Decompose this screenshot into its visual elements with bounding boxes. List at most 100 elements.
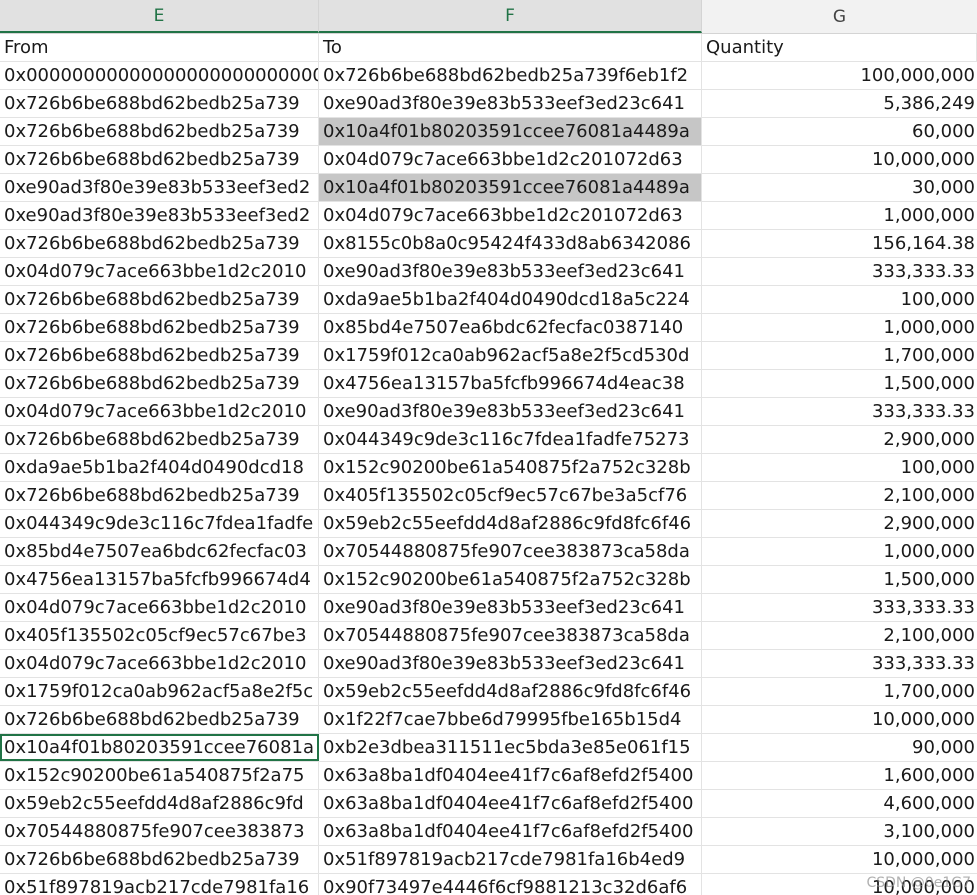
quantity-cell[interactable]: 1,000,000 [702, 314, 977, 341]
from-cell[interactable]: 0x726b6be688bd62bedb25a739 [0, 370, 319, 397]
from-cell[interactable]: 0x726b6be688bd62bedb25a739 [0, 426, 319, 453]
to-cell[interactable]: 0x59eb2c55eefdd4d8af2886c9fd8fc6f46 [319, 510, 702, 537]
from-cell[interactable]: 0x04d079c7ace663bbe1d2c2010 [0, 594, 319, 621]
quantity-cell[interactable]: 156,164.38 [702, 230, 977, 257]
to-cell[interactable]: 0x90f73497e4446f6cf9881213c32d6af6 [319, 874, 702, 895]
quantity-cell[interactable]: 333,333.33 [702, 594, 977, 621]
to-cell[interactable]: 0x4756ea13157ba5fcfb996674d4eac38 [319, 370, 702, 397]
header-cell-to[interactable]: To [319, 34, 702, 61]
to-cell[interactable]: 0x1f22f7cae7bbe6d79995fbe165b15d4 [319, 706, 702, 733]
from-cell[interactable]: 0x726b6be688bd62bedb25a739 [0, 286, 319, 313]
column-header-e[interactable]: E [0, 0, 319, 33]
to-cell[interactable]: 0x044349c9de3c116c7fdea1fadfe75273 [319, 426, 702, 453]
to-cell[interactable]: 0x8155c0b8a0c95424f433d8ab6342086 [319, 230, 702, 257]
to-cell[interactable]: 0xe90ad3f80e39e83b533eef3ed23c641 [319, 594, 702, 621]
from-cell[interactable]: 0x04d079c7ace663bbe1d2c2010 [0, 258, 319, 285]
header-cell-from[interactable]: From [0, 34, 319, 61]
to-cell[interactable]: 0xe90ad3f80e39e83b533eef3ed23c641 [319, 650, 702, 677]
quantity-cell[interactable]: 1,000,000 [702, 202, 977, 229]
from-cell[interactable]: 0x726b6be688bd62bedb25a739 [0, 314, 319, 341]
quantity-cell[interactable]: 1,700,000 [702, 342, 977, 369]
quantity-cell[interactable]: 333,333.33 [702, 650, 977, 677]
quantity-cell[interactable]: 4,600,000 [702, 790, 977, 817]
from-cell[interactable]: 0x70544880875fe907cee383873 [0, 818, 319, 845]
from-cell[interactable]: 0x59eb2c55eefdd4d8af2886c9fd [0, 790, 319, 817]
to-cell[interactable]: 0x63a8ba1df0404ee41f7c6af8efd2f5400 [319, 790, 702, 817]
from-cell[interactable]: 0x04d079c7ace663bbe1d2c2010 [0, 398, 319, 425]
to-cell[interactable]: 0x04d079c7ace663bbe1d2c201072d63 [319, 202, 702, 229]
from-cell[interactable]: 0x04d079c7ace663bbe1d2c2010 [0, 650, 319, 677]
quantity-cell[interactable]: 333,333.33 [702, 398, 977, 425]
to-cell[interactable]: 0x51f897819acb217cde7981fa16b4ed9 [319, 846, 702, 873]
from-cell[interactable]: 0x152c90200be61a540875f2a75 [0, 762, 319, 789]
from-cell[interactable]: 0x10a4f01b80203591ccee76081a [0, 734, 319, 761]
to-cell[interactable]: 0xe90ad3f80e39e83b533eef3ed23c641 [319, 90, 702, 117]
to-cell[interactable]: 0x152c90200be61a540875f2a752c328b [319, 454, 702, 481]
from-cell[interactable]: 0xda9ae5b1ba2f404d0490dcd18 [0, 454, 319, 481]
quantity-cell[interactable]: 1,500,000 [702, 370, 977, 397]
quantity-cell[interactable]: 10,000,000 [702, 706, 977, 733]
quantity-cell[interactable]: 60,000 [702, 118, 977, 145]
to-cell[interactable]: 0x63a8ba1df0404ee41f7c6af8efd2f5400 [319, 762, 702, 789]
quantity-cell[interactable]: 2,100,000 [702, 622, 977, 649]
from-cell[interactable]: 0x4756ea13157ba5fcfb996674d4 [0, 566, 319, 593]
quantity-cell[interactable]: 2,100,000 [702, 482, 977, 509]
quantity-cell[interactable]: 2,900,000 [702, 510, 977, 537]
to-cell[interactable]: 0x04d079c7ace663bbe1d2c201072d63 [319, 146, 702, 173]
table-row: 0x726b6be688bd62bedb25a739 0x51f897819acb… [0, 846, 977, 874]
to-cell[interactable]: 0x70544880875fe907cee383873ca58da [319, 622, 702, 649]
quantity-cell[interactable]: 100,000 [702, 286, 977, 313]
column-header-f[interactable]: F [319, 0, 702, 33]
to-cell[interactable]: 0x85bd4e7507ea6bdc62fecfac0387140 [319, 314, 702, 341]
from-cell[interactable]: 0xe90ad3f80e39e83b533eef3ed2 [0, 202, 319, 229]
header-cell-quantity[interactable]: Quantity [702, 34, 977, 61]
from-cell[interactable]: 0x726b6be688bd62bedb25a739 [0, 146, 319, 173]
quantity-cell[interactable]: 90,000 [702, 734, 977, 761]
to-cell[interactable]: 0x405f135502c05cf9ec57c67be3a5cf76 [319, 482, 702, 509]
to-cell[interactable]: 0x152c90200be61a540875f2a752c328b [319, 566, 702, 593]
from-cell[interactable]: 0x51f897819acb217cde7981fa16 [0, 874, 319, 895]
quantity-cell[interactable]: 1,600,000 [702, 762, 977, 789]
to-cell[interactable]: 0xe90ad3f80e39e83b533eef3ed23c641 [319, 398, 702, 425]
column-header-g[interactable]: G [702, 0, 977, 33]
table-row: 0xda9ae5b1ba2f404d0490dcd18 0x152c90200be… [0, 454, 977, 482]
to-cell[interactable]: 0x10a4f01b80203591ccee76081a4489a [319, 118, 702, 145]
watermark: CSDN @0e1G7 [866, 875, 971, 891]
from-cell[interactable]: 0x726b6be688bd62bedb25a739 [0, 706, 319, 733]
table-row: 0x726b6be688bd62bedb25a739 0xe90ad3f80e39… [0, 90, 977, 118]
quantity-cell[interactable]: 5,386,249 [702, 90, 977, 117]
quantity-cell[interactable]: 333,333.33 [702, 258, 977, 285]
quantity-cell[interactable]: 2,900,000 [702, 426, 977, 453]
quantity-cell[interactable]: 1,500,000 [702, 566, 977, 593]
from-cell[interactable]: 0x0000000000000000000000000000 [0, 62, 319, 89]
quantity-cell[interactable]: 10,000,000 [702, 146, 977, 173]
from-cell[interactable]: 0x726b6be688bd62bedb25a739 [0, 230, 319, 257]
from-cell[interactable]: 0x044349c9de3c116c7fdea1fadfe [0, 510, 319, 537]
to-cell[interactable]: 0xda9ae5b1ba2f404d0490dcd18a5c224 [319, 286, 702, 313]
to-cell[interactable]: 0x63a8ba1df0404ee41f7c6af8efd2f5400 [319, 818, 702, 845]
from-cell[interactable]: 0x726b6be688bd62bedb25a739 [0, 482, 319, 509]
from-cell[interactable]: 0x726b6be688bd62bedb25a739 [0, 846, 319, 873]
from-cell[interactable]: 0x405f135502c05cf9ec57c67be3 [0, 622, 319, 649]
to-cell[interactable]: 0x726b6be688bd62bedb25a739f6eb1f2 [319, 62, 702, 89]
from-cell[interactable]: 0x85bd4e7507ea6bdc62fecfac03 [0, 538, 319, 565]
from-cell[interactable]: 0xe90ad3f80e39e83b533eef3ed2 [0, 174, 319, 201]
to-cell[interactable]: 0x70544880875fe907cee383873ca58da [319, 538, 702, 565]
quantity-cell[interactable]: 3,100,000 [702, 818, 977, 845]
table-row: 0x405f135502c05cf9ec57c67be3 0x7054488087… [0, 622, 977, 650]
quantity-cell[interactable]: 100,000,000 [702, 62, 977, 89]
quantity-cell[interactable]: 1,700,000 [702, 678, 977, 705]
to-cell[interactable]: 0xe90ad3f80e39e83b533eef3ed23c641 [319, 258, 702, 285]
from-cell[interactable]: 0x1759f012ca0ab962acf5a8e2f5c [0, 678, 319, 705]
from-cell[interactable]: 0x726b6be688bd62bedb25a739 [0, 342, 319, 369]
to-cell[interactable]: 0xb2e3dbea311511ec5bda3e85e061f15 [319, 734, 702, 761]
to-cell[interactable]: 0x59eb2c55eefdd4d8af2886c9fd8fc6f46 [319, 678, 702, 705]
quantity-cell[interactable]: 1,000,000 [702, 538, 977, 565]
quantity-cell[interactable]: 10,000,000 [702, 846, 977, 873]
quantity-cell[interactable]: 30,000 [702, 174, 977, 201]
to-cell[interactable]: 0x10a4f01b80203591ccee76081a4489a [319, 174, 702, 201]
from-cell[interactable]: 0x726b6be688bd62bedb25a739 [0, 118, 319, 145]
quantity-cell[interactable]: 100,000 [702, 454, 977, 481]
to-cell[interactable]: 0x1759f012ca0ab962acf5a8e2f5cd530d [319, 342, 702, 369]
from-cell[interactable]: 0x726b6be688bd62bedb25a739 [0, 90, 319, 117]
